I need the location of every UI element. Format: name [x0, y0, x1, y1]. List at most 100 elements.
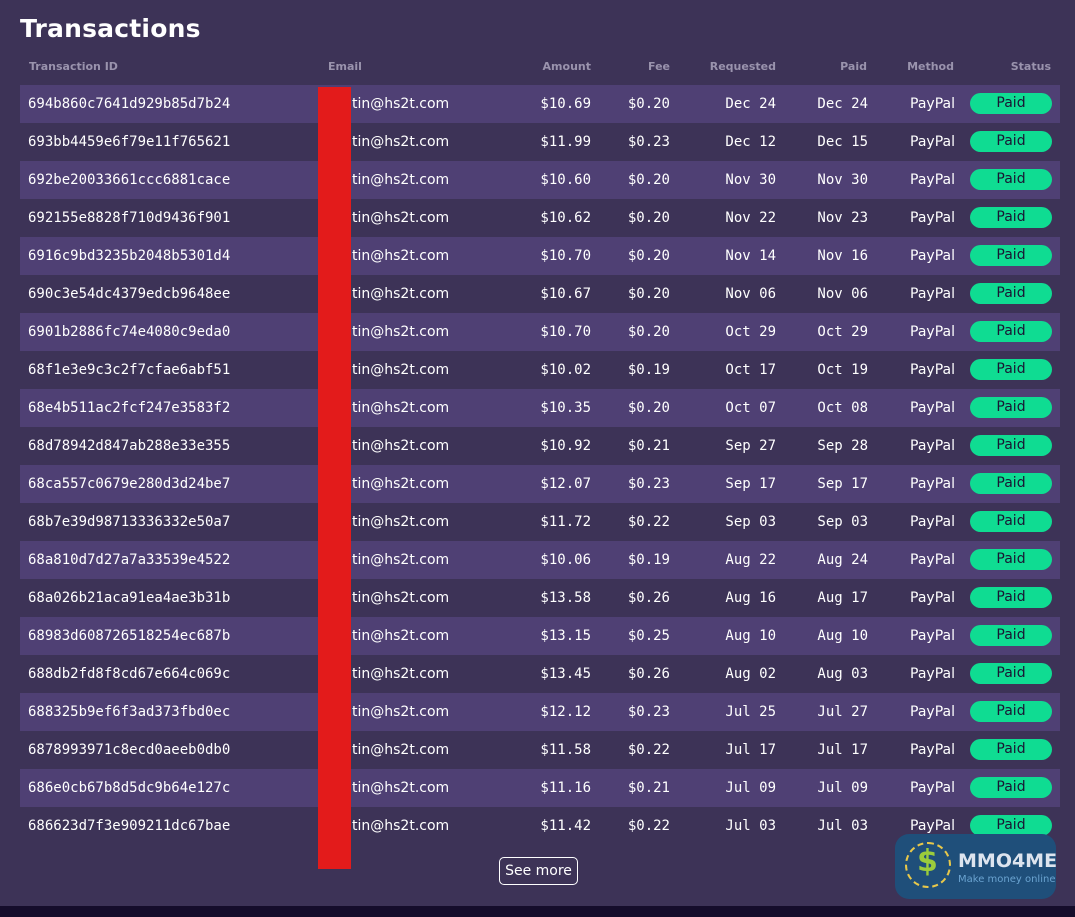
table-row[interactable]: 68d78942d847ab288e33e355 tin@hs2t.com $10.… — [20, 427, 1060, 465]
paid-date: Nov 06 — [817, 286, 868, 302]
requested-date: Aug 10 — [725, 628, 776, 644]
transaction-id: 688325b9ef6f3ad373fbd0ec — [28, 704, 231, 720]
method: PayPal — [910, 704, 955, 720]
table-row[interactable]: 688325b9ef6f3ad373fbd0ec tin@hs2t.com $12.… — [20, 693, 1060, 731]
table-row[interactable]: 686e0cb67b8d5dc9b64e127c tin@hs2t.com $11.… — [20, 769, 1060, 807]
fee: $0.20 — [627, 400, 670, 416]
paid-date: Sep 28 — [817, 438, 868, 454]
amount: $13.58 — [540, 590, 591, 606]
table-row[interactable]: 688db2fd8f8cd67e664c069c tin@hs2t.com $13.… — [20, 655, 1060, 693]
table-row[interactable]: 6916c9bd3235b2048b5301d4 tin@hs2t.com $10.… — [20, 237, 1060, 275]
status-badge: Paid — [970, 777, 1052, 798]
fee: $0.22 — [627, 742, 670, 758]
email: tin@hs2t.com — [352, 742, 450, 758]
amount: $10.92 — [540, 438, 591, 454]
method: PayPal — [910, 590, 955, 606]
method: PayPal — [910, 400, 955, 416]
status-badge: Paid — [970, 245, 1052, 266]
table-row[interactable]: 68983d608726518254ec687b tin@hs2t.com $13.… — [20, 617, 1060, 655]
requested-date: Jul 25 — [725, 704, 776, 720]
table-row[interactable]: 68a810d7d27a7a33539e4522 tin@hs2t.com $10.… — [20, 541, 1060, 579]
requested-date: Nov 14 — [725, 248, 776, 264]
method: PayPal — [910, 248, 955, 264]
table-row[interactable]: 6878993971c8ecd0aeeb0db0 tin@hs2t.com $11.… — [20, 731, 1060, 769]
page-title: Transactions — [20, 14, 201, 43]
col-header-transaction-id[interactable]: Transaction ID — [29, 60, 118, 73]
requested-date: Nov 22 — [725, 210, 776, 226]
transaction-id: 68a810d7d27a7a33539e4522 — [28, 552, 231, 568]
table-row[interactable]: 693bb4459e6f79e11f765621 tin@hs2t.com $11.… — [20, 123, 1060, 161]
requested-date: Aug 02 — [725, 666, 776, 682]
status-badge: Paid — [970, 587, 1052, 608]
table-row[interactable]: 68e4b511ac2fcf247e3583f2 tin@hs2t.com $10.… — [20, 389, 1060, 427]
method: PayPal — [910, 286, 955, 302]
amount: $10.69 — [540, 96, 591, 112]
email: tin@hs2t.com — [352, 210, 450, 226]
col-header-paid[interactable]: Paid — [840, 60, 867, 73]
requested-date: Sep 27 — [725, 438, 776, 454]
transaction-id: 68b7e39d98713336332e50a7 — [28, 514, 231, 530]
fee: $0.20 — [627, 324, 670, 340]
watermark-tagline: Make money online — [958, 874, 1056, 885]
transactions-table: 694b860c7641d929b85d7b24 tin@hs2t.com $10.… — [20, 85, 1060, 845]
fee: $0.23 — [627, 134, 670, 150]
status-badge: Paid — [970, 435, 1052, 456]
col-header-amount[interactable]: Amount — [543, 60, 591, 73]
status-badge: Paid — [970, 815, 1052, 836]
amount: $12.12 — [540, 704, 591, 720]
table-row[interactable]: 694b860c7641d929b85d7b24 tin@hs2t.com $10.… — [20, 85, 1060, 123]
fee: $0.22 — [627, 514, 670, 530]
status-badge: Paid — [970, 359, 1052, 380]
table-row[interactable]: 6901b2886fc74e4080c9eda0 tin@hs2t.com $10.… — [20, 313, 1060, 351]
fee: $0.23 — [627, 704, 670, 720]
requested-date: Oct 17 — [725, 362, 776, 378]
table-row[interactable]: 692155e8828f710d9436f901 tin@hs2t.com $10.… — [20, 199, 1060, 237]
paid-date: Jul 09 — [817, 780, 868, 796]
status-badge: Paid — [970, 549, 1052, 570]
mmo4me-watermark-logo: $ MMO4ME Make money online — [895, 834, 1057, 899]
email: tin@hs2t.com — [352, 590, 450, 606]
table-row[interactable]: 690c3e54dc4379edcb9648ee tin@hs2t.com $10.… — [20, 275, 1060, 313]
table-row[interactable]: 68ca557c0679e280d3d24be7 tin@hs2t.com $12.… — [20, 465, 1060, 503]
transaction-id: 692be20033661ccc6881cace — [28, 172, 231, 188]
col-header-method[interactable]: Method — [907, 60, 954, 73]
paid-date: Sep 03 — [817, 514, 868, 530]
requested-date: Oct 29 — [725, 324, 776, 340]
method: PayPal — [910, 666, 955, 682]
col-header-email[interactable]: Email — [328, 60, 362, 73]
table-row[interactable]: 68b7e39d98713336332e50a7 tin@hs2t.com $11.… — [20, 503, 1060, 541]
method: PayPal — [910, 780, 955, 796]
transaction-id: 6901b2886fc74e4080c9eda0 — [28, 324, 231, 340]
amount: $10.06 — [540, 552, 591, 568]
email: tin@hs2t.com — [352, 248, 450, 264]
col-header-fee[interactable]: Fee — [648, 60, 670, 73]
amount: $11.58 — [540, 742, 591, 758]
amount: $11.72 — [540, 514, 591, 530]
status-badge: Paid — [970, 283, 1052, 304]
table-row[interactable]: 68f1e3e9c3c2f7cfae6abf51 tin@hs2t.com $10.… — [20, 351, 1060, 389]
method: PayPal — [910, 324, 955, 340]
amount: $11.99 — [540, 134, 591, 150]
transaction-id: 68a026b21aca91ea4ae3b31b — [28, 590, 231, 606]
col-header-requested[interactable]: Requested — [710, 60, 776, 73]
requested-date: Dec 12 — [725, 134, 776, 150]
table-row[interactable]: 692be20033661ccc6881cace tin@hs2t.com $10.… — [20, 161, 1060, 199]
transaction-id: 6878993971c8ecd0aeeb0db0 — [28, 742, 231, 758]
table-row[interactable]: 68a026b21aca91ea4ae3b31b tin@hs2t.com $13.… — [20, 579, 1060, 617]
status-badge: Paid — [970, 397, 1052, 418]
col-header-status[interactable]: Status — [1011, 60, 1051, 73]
requested-date: Jul 03 — [725, 818, 776, 834]
method: PayPal — [910, 514, 955, 530]
email: tin@hs2t.com — [352, 666, 450, 682]
transaction-id: 68d78942d847ab288e33e355 — [28, 438, 231, 454]
see-more-button[interactable]: See more — [499, 857, 578, 885]
redaction-bar — [318, 87, 351, 869]
paid-date: Jul 27 — [817, 704, 868, 720]
email: tin@hs2t.com — [352, 324, 450, 340]
amount: $10.62 — [540, 210, 591, 226]
fee: $0.20 — [627, 172, 670, 188]
email: tin@hs2t.com — [352, 552, 450, 568]
email: tin@hs2t.com — [352, 628, 450, 644]
status-badge: Paid — [970, 207, 1052, 228]
fee: $0.19 — [627, 362, 670, 378]
